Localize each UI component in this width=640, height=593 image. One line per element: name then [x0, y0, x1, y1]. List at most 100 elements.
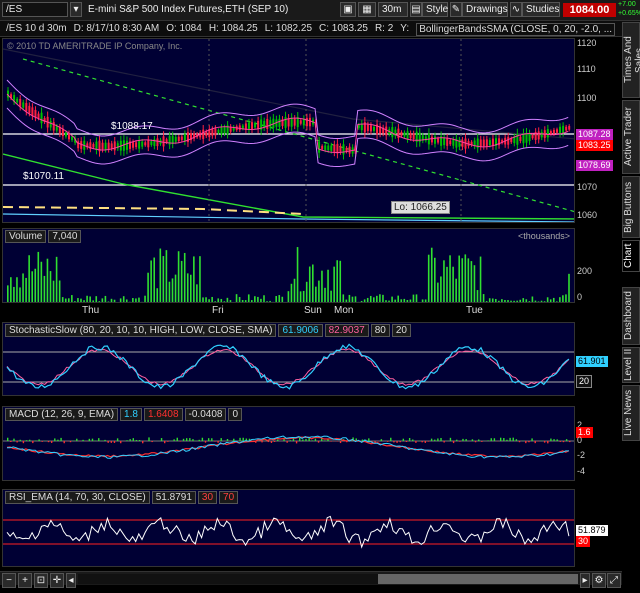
aggregation-button[interactable]: 30m [378, 2, 408, 17]
symbol-input[interactable]: /ES [2, 2, 68, 17]
candle-body [55, 126, 58, 131]
candle-body [223, 127, 226, 134]
volume-bar [354, 296, 357, 302]
candle-body [552, 129, 555, 134]
macd-histogram-bar [16, 441, 18, 443]
macd-histogram-bar [402, 438, 405, 441]
candle-body [238, 125, 241, 130]
drawings-button[interactable]: Drawings [462, 2, 508, 17]
macd-histogram-bar [559, 441, 562, 442]
volume-bar [305, 281, 308, 302]
y-tick: -2 [577, 450, 586, 460]
tab-big-buttons[interactable]: Big Buttons [622, 176, 640, 238]
volume-y-axis: 200 0 [575, 228, 621, 303]
volume-bar [339, 260, 342, 302]
rsi-ob: 30 [197, 491, 218, 504]
candle-body [308, 117, 311, 127]
volume-bar [382, 294, 384, 302]
volume-bar [55, 256, 58, 302]
rsi-panel[interactable]: RSI_EMA (14, 70, 30, CLOSE) 51.8791 30 70 [2, 489, 575, 567]
tab-dashboard[interactable]: Dashboard [622, 287, 640, 345]
macd-histogram-bar [317, 441, 320, 443]
volume-bar [7, 285, 9, 302]
x-label: Sun [304, 305, 322, 316]
volume-header: Volume 7,040 [5, 230, 83, 243]
volume-bar [427, 254, 430, 302]
stoch-tag: 61.901 [576, 356, 608, 367]
macd-histogram-bar [261, 441, 263, 443]
tab-chart[interactable]: Chart [622, 240, 640, 272]
candle-body [37, 113, 40, 119]
volume-bar [205, 297, 207, 302]
candle-body [479, 139, 482, 147]
volume-bar [498, 300, 500, 302]
scrollbar-thumb[interactable] [378, 574, 578, 584]
macd-histogram-bar [7, 437, 9, 441]
tab-active-trader[interactable]: Active Trader [622, 100, 640, 174]
macd-histogram-bar [525, 441, 527, 444]
macd-histogram-bar [189, 438, 191, 441]
volume-bar [308, 266, 311, 302]
link-icon[interactable]: ▣ [340, 2, 356, 17]
study-legend[interactable]: BollingerBandsSMA (CLOSE, 0, 20, -2.0, .… [416, 23, 616, 36]
volume-bar [537, 301, 540, 302]
macd-panel[interactable]: MACD (12, 26, 9, EMA) 1.8 1.6408 -0.0408 0 [2, 406, 575, 481]
volume-bar [324, 287, 326, 302]
volume-bar [531, 296, 534, 302]
macd-histogram-bar [167, 441, 169, 442]
bottom-toolbar: − + ⊡ ✛ ◂ ▸ ⚙ ⤢ [0, 571, 622, 588]
volume-bar [519, 299, 521, 302]
macd-histogram-bar [201, 437, 204, 441]
volume-panel[interactable]: Volume 7,040 <thousands> [2, 228, 575, 303]
candle-body [330, 145, 333, 151]
tab-level-ii[interactable]: Level II [622, 347, 640, 383]
candle-body [138, 140, 141, 149]
y-tick: 1100 [577, 93, 597, 103]
volume-bar [190, 274, 192, 302]
tab-times-and-sales[interactable]: Times And Sales [622, 22, 640, 98]
volume-bar [257, 296, 259, 302]
zoom-out-icon[interactable]: − [2, 573, 16, 588]
instrument-description: E-mini S&P 500 Index Futures,ETH (SEP 10… [88, 4, 289, 15]
macd-histogram-bar [424, 441, 427, 443]
volume-bar [351, 296, 354, 302]
settings-icon[interactable]: ⚙ [592, 573, 606, 588]
expand-icon[interactable]: ⤢ [607, 573, 621, 588]
horizontal-scrollbar[interactable] [78, 574, 578, 584]
volume-bar [52, 280, 55, 302]
studies-icon[interactable]: ∿ [510, 2, 522, 17]
volume-units: <thousands> [517, 231, 570, 241]
tab-live-news[interactable]: Live News [622, 385, 640, 441]
volume-bar [540, 300, 543, 302]
scroll-right-icon[interactable]: ▸ [580, 573, 590, 588]
macd-histogram-bar [267, 441, 270, 443]
macd-histogram-bar [481, 441, 483, 442]
volume-bar [315, 286, 317, 302]
candle-body [40, 112, 43, 124]
price-chart [3, 39, 574, 222]
macd-histogram-bar [553, 439, 555, 441]
volume-bar [403, 298, 406, 302]
crosshair-icon[interactable]: ✛ [50, 573, 64, 588]
volume-bar [409, 299, 412, 302]
stochastic-panel[interactable]: StochasticSlow (80, 20, 10, 10, HIGH, LO… [2, 322, 575, 396]
volume-bar [369, 295, 372, 302]
price-panel[interactable]: © 2010 TD AMERITRADE IP Company, Inc. $1… [2, 38, 575, 223]
symbol-dropdown-icon[interactable]: ▾ [70, 2, 82, 17]
studies-button[interactable]: Studies [522, 2, 560, 17]
drawings-icon[interactable]: ✎ [450, 2, 462, 17]
zoom-in-icon[interactable]: + [18, 573, 32, 588]
macd-histogram-bar [556, 439, 558, 441]
calendar-icon[interactable]: ▦ [358, 2, 376, 17]
macd-histogram-bar [104, 439, 106, 441]
style-button[interactable]: Style [422, 2, 448, 17]
macd-histogram-bar [380, 439, 383, 441]
volume-bar [363, 299, 366, 302]
volume-bar [46, 258, 49, 302]
fit-icon[interactable]: ⊡ [34, 573, 48, 588]
volume-bar [296, 247, 299, 302]
macd-histogram-bar [302, 439, 304, 441]
scroll-left-icon[interactable]: ◂ [66, 573, 76, 588]
volume-bar [40, 261, 43, 302]
style-icon[interactable]: ▤ [410, 2, 422, 17]
